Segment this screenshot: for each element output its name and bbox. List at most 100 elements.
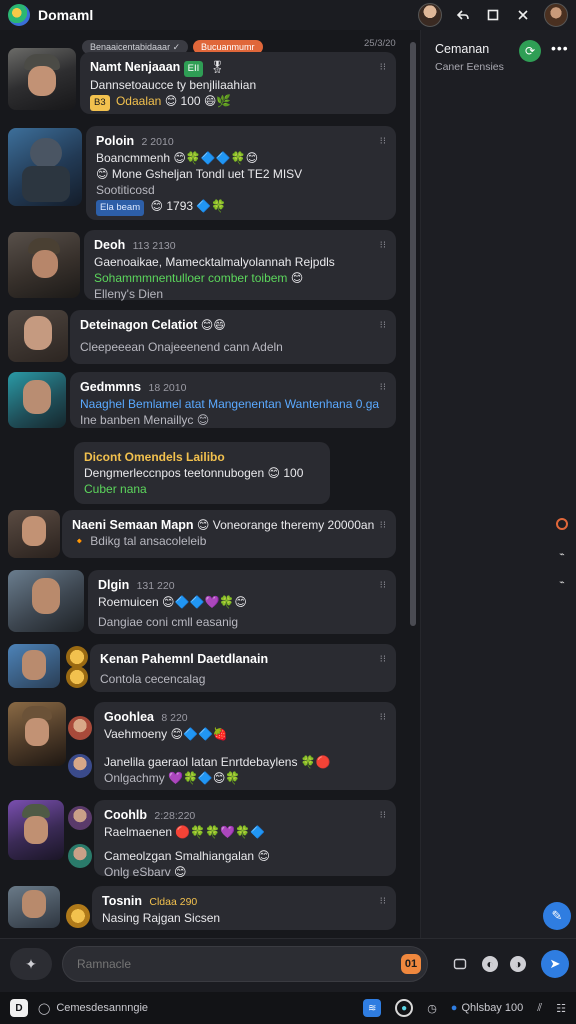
message-bubble[interactable]: Poloin 2 2010 Boancmmenh 😊🍀🔷🔷🍀😊 😊 Mone G… <box>86 126 396 220</box>
avatar[interactable] <box>68 716 92 740</box>
app-icon[interactable]: ● <box>395 999 414 1017</box>
message-text: Bdikg tal ansacoleleib <box>90 534 207 548</box>
emoji-icon: 😊 <box>164 94 178 108</box>
user-avatar[interactable] <box>544 3 568 27</box>
emoji-icon: 😊🍀🔷🔷🍀😊 <box>173 151 259 165</box>
message-bubble[interactable]: Gedmmns 18 2010 Naaghel Bemlamel atat Ma… <box>70 372 396 428</box>
level-tag: B3 <box>90 95 110 111</box>
more-icon[interactable]: ••• <box>551 40 569 56</box>
refresh-icon[interactable]: ⟳ <box>519 40 541 62</box>
message-text: Mone Gsheljan Tondl uet TE2 MISV <box>111 167 303 181</box>
avatar[interactable] <box>68 844 92 868</box>
message-author: Poloin <box>96 134 135 148</box>
message-text: Sohammmnentulloer comber toibem <box>94 271 288 285</box>
avatar[interactable] <box>8 128 82 206</box>
app-icon[interactable]: ≋ <box>363 999 382 1017</box>
quoted-title: Dicont Omendels Lailibo <box>84 450 225 464</box>
side-panel: Cemanan Caner Eensies ⟳ ••• <box>420 30 576 938</box>
window-icon[interactable] <box>484 6 502 24</box>
avatar[interactable] <box>66 904 90 928</box>
avatar[interactable] <box>8 232 80 298</box>
message-bubble[interactable]: Deoh 113 2130 Gaenoaikae, Mamecktalmalyo… <box>84 230 396 301</box>
avatar[interactable] <box>8 702 66 766</box>
avatar[interactable] <box>68 754 92 778</box>
profile-avatar[interactable] <box>418 3 442 27</box>
panel-title: Cemanan <box>435 42 490 56</box>
gold-badge-icon <box>66 666 88 688</box>
message-author: Kenan Pahemnl Daetdlanain <box>100 652 269 666</box>
avatar[interactable] <box>8 372 66 428</box>
emoji-icon: 😊🔷🔷💜🍀😊 <box>162 595 247 609</box>
message-bubble[interactable]: Coohlb 2:28:220 Raelmaenen 🔴🍀🍀💜🍀🔷 Cameol… <box>94 800 396 879</box>
message-text: Voneorange theremy 20000an <box>212 518 375 532</box>
message-options-icon[interactable]: ⁝⁝ <box>380 808 386 824</box>
message-options-icon[interactable]: ⁝⁝ <box>380 238 386 254</box>
close-icon[interactable] <box>514 6 532 24</box>
clock-icon[interactable]: ◷ <box>427 1002 437 1015</box>
avatar[interactable] <box>8 800 64 860</box>
reaction-count: 100 <box>283 466 304 480</box>
emoji-icon: 😊 <box>150 199 163 213</box>
record-icon[interactable] <box>556 518 568 530</box>
emoji-icon: 😊 <box>96 167 109 181</box>
avatar[interactable] <box>8 310 68 362</box>
gamepad-icon[interactable]: ✦ <box>10 948 52 980</box>
scrollbar-thumb[interactable] <box>410 42 416 626</box>
message-text: Elleny's Dien <box>94 287 163 301</box>
message-options-icon[interactable]: ⁝⁝ <box>380 578 386 594</box>
emoji-icon: 😊 <box>196 518 210 532</box>
message-author: Deteinagon Celatiot <box>80 318 198 332</box>
message-bubble[interactable]: Goohlea 8 220 Vaehmoeny 😊🔷🔷🍓 Janelila ga… <box>94 702 396 790</box>
message-text: Dannsetoaucce ty benjlilaahian <box>90 78 257 92</box>
message-options-icon[interactable]: ⁝⁝ <box>380 134 386 150</box>
app-title: Domaml <box>38 7 94 23</box>
search-button[interactable]: ◯ Cemesdesannngie <box>38 1002 148 1015</box>
avatar[interactable] <box>8 886 60 928</box>
status-pill-label: Bucuanmumr <box>201 42 255 52</box>
avatar[interactable] <box>68 806 92 830</box>
avatar[interactable] <box>8 644 60 688</box>
avatar[interactable] <box>8 510 60 558</box>
message-bubble[interactable]: Deteinagon Celatiot 😊😄 Cleepeeean Onajee… <box>70 310 396 364</box>
emoji-icon: 🔷🍀 <box>196 199 227 213</box>
status-text: Qhlsbay 100 <box>461 1002 524 1014</box>
pin-icon[interactable]: ⌁ <box>556 548 568 560</box>
status-label[interactable]: ● Qhlsbay 100 <box>451 1002 523 1014</box>
message-options-icon[interactable]: ⁝⁝ <box>380 710 386 726</box>
message-time: 8 220 <box>161 712 188 724</box>
message-options-icon[interactable]: ⁝⁝ <box>380 380 386 396</box>
emoji-button[interactable]: 01 <box>401 954 421 974</box>
reply-icon[interactable] <box>454 6 472 24</box>
message-bubble[interactable]: Tosnin Cldaa 290 Nasing Rajgan Sicsen ⁝⁝ <box>92 886 396 930</box>
message-text: Cuber nana <box>84 482 147 496</box>
network-icon[interactable]: ⫽ <box>537 1002 542 1015</box>
start-icon[interactable]: D <box>10 999 28 1017</box>
message-options-icon[interactable]: ⁝⁝ <box>380 60 386 76</box>
message-text: Naaghel Bemlamel atat Mangenentan Wanten… <box>80 397 380 411</box>
pin-icon[interactable]: ⌁ <box>556 576 568 588</box>
message-input[interactable] <box>62 946 428 982</box>
message-bubble[interactable]: Naeni Semaan Mapn 😊 Voneorange theremy 2… <box>62 510 396 558</box>
title-bar: Domaml <box>0 0 576 30</box>
quoted-message[interactable]: Dicont Omendels Lailibo Dengmerleccnpos … <box>74 442 330 504</box>
reaction-count: 100 <box>180 94 201 108</box>
message-text: Gaenoaikae, Mamecktalmalyolannah Rejpdls <box>94 255 335 269</box>
sticker-icon[interactable]: ◑ <box>510 956 526 972</box>
send-button[interactable]: ➤ <box>541 950 569 978</box>
message-options-icon[interactable]: ⁝⁝ <box>380 318 386 334</box>
emoji-icon: 🔴🍀🍀💜🍀🔷 <box>175 825 266 839</box>
message-bubble[interactable]: Namt Nenjaaan EII 🎖 Dannsetoaucce ty ben… <box>80 52 396 114</box>
avatar[interactable] <box>8 570 84 632</box>
message-options-icon[interactable]: ⁝⁝ <box>380 894 386 910</box>
avatar[interactable] <box>8 48 76 110</box>
menu-icon[interactable]: ☷ <box>556 1002 566 1015</box>
message-bubble[interactable]: Kenan Pahemnl Daetdlanain Contola cecenc… <box>90 644 396 692</box>
panel-subtitle: Caner Eensies <box>435 61 504 73</box>
gif-icon[interactable]: ◐ <box>482 956 498 972</box>
message-options-icon[interactable]: ⁝⁝ <box>380 652 386 668</box>
emoji-icon: 🔸 <box>72 534 87 548</box>
message-bubble[interactable]: Dlgin 131 220 Roemuicen 😊🔷🔷💜🍀😊 Dangiae c… <box>88 570 396 634</box>
edit-icon[interactable]: ✎ <box>543 902 571 930</box>
attach-icon[interactable] <box>452 956 468 972</box>
message-options-icon[interactable]: ⁝⁝ <box>380 518 386 534</box>
